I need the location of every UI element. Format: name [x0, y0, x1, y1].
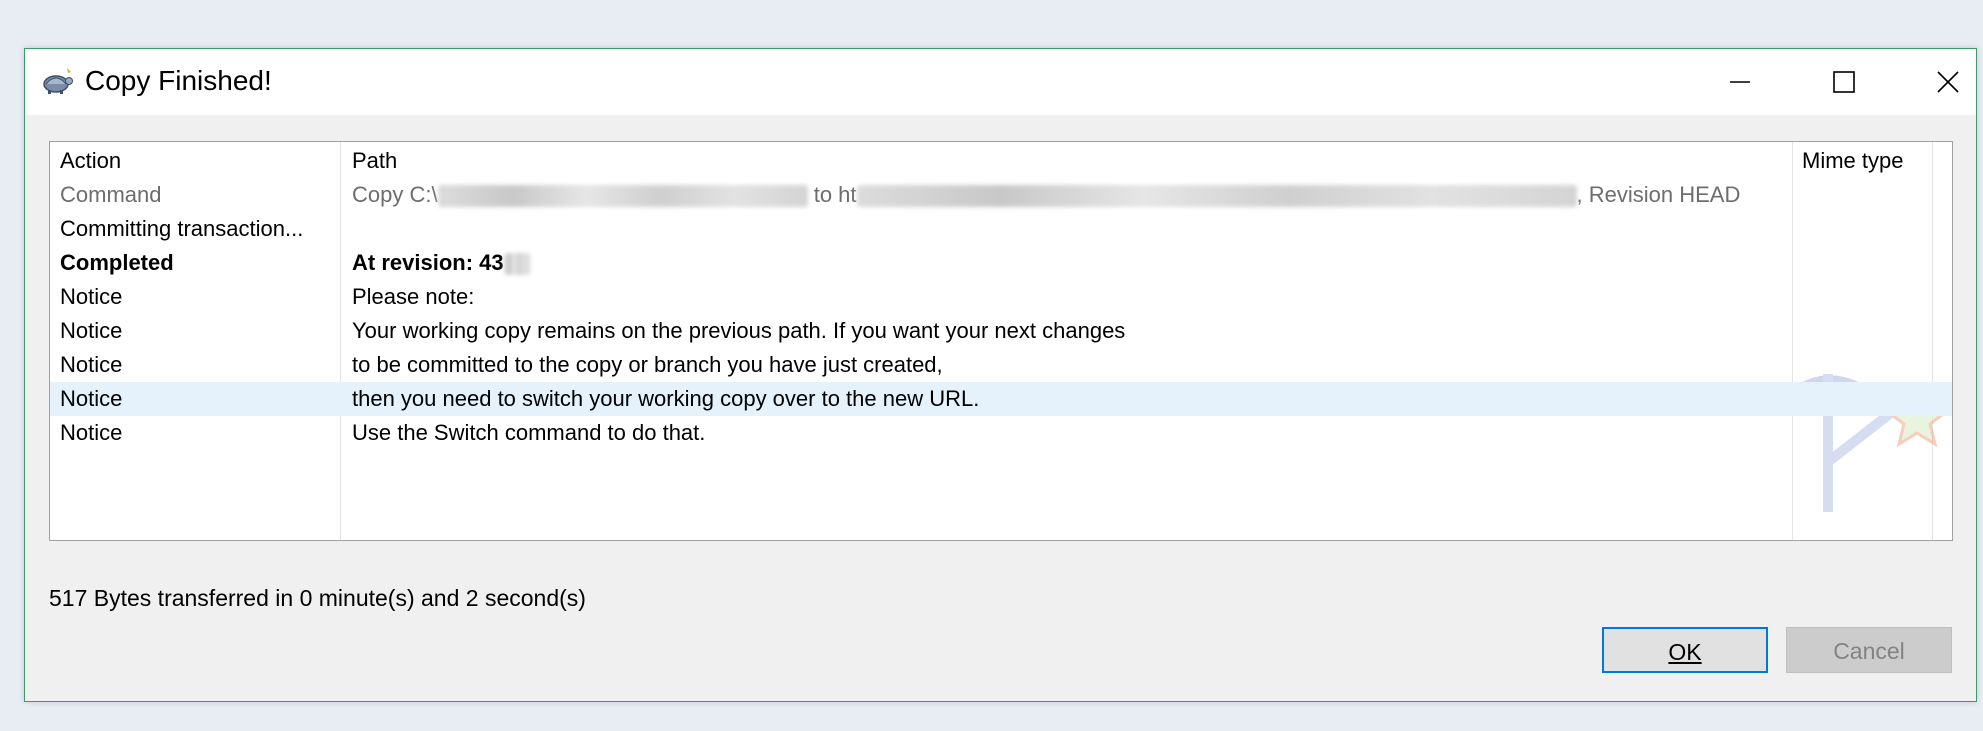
list-row[interactable]: Notice Use the Switch command to do that…: [50, 416, 1952, 450]
close-button[interactable]: [1896, 49, 1983, 115]
list-row[interactable]: Committing transaction...: [50, 212, 1952, 246]
minimize-button[interactable]: [1688, 49, 1792, 115]
row-path: Copy C:\ to ht , Revision HEAD: [352, 178, 1832, 212]
row-action: Notice: [60, 284, 123, 309]
redacted-revision: [503, 253, 530, 276]
row-path: then you need to switch your working cop…: [352, 386, 980, 411]
list-row[interactable]: Command Copy C:\ to ht , Revision HEAD: [50, 178, 1952, 212]
list-row[interactable]: Notice to be committed to the copy or br…: [50, 348, 1952, 382]
title-bar[interactable]: Copy Finished!: [25, 49, 1976, 115]
ok-button[interactable]: OK: [1602, 627, 1768, 673]
row-action: Notice: [60, 352, 123, 377]
path-mid: to ht: [813, 182, 857, 207]
cancel-button[interactable]: Cancel: [1786, 627, 1952, 673]
list-row-selected[interactable]: Notice then you need to switch your work…: [50, 382, 1952, 416]
results-list[interactable]: Action Path Mime type Command Copy C:\ t…: [49, 141, 1953, 541]
row-path: Please note:: [352, 284, 475, 309]
row-path: Use the Switch command to do that.: [352, 420, 706, 445]
list-header: Action Path Mime type: [50, 144, 1952, 178]
path-prefix: Copy C:\: [352, 182, 438, 207]
row-action: Committing transaction...: [60, 216, 304, 241]
minimize-icon: [1730, 81, 1750, 83]
copy-finished-dialog: Copy Finished! Action Path Mime type Com…: [24, 48, 1977, 702]
row-path: At revision: 43: [352, 246, 1832, 280]
list-row[interactable]: Notice Your working copy remains on the …: [50, 314, 1952, 348]
redacted-path: [437, 185, 808, 208]
row-action: Notice: [60, 318, 123, 343]
list-row[interactable]: Completed At revision: 43: [50, 246, 1952, 280]
revision-text: At revision: 43: [352, 250, 504, 275]
list-row[interactable]: Notice Please note:: [50, 280, 1952, 314]
maximize-icon: [1833, 71, 1855, 93]
transfer-status: 517 Bytes transferred in 0 minute(s) and…: [49, 585, 586, 611]
column-header-path[interactable]: Path: [352, 144, 1832, 178]
row-action: Notice: [60, 386, 123, 411]
row-path: to be committed to the copy or branch yo…: [352, 352, 943, 377]
row-action: Notice: [60, 420, 123, 445]
row-path: Your working copy remains on the previou…: [352, 318, 1126, 343]
redacted-url: [856, 185, 1577, 208]
window-title: Copy Finished!: [85, 65, 272, 96]
maximize-button[interactable]: [1792, 49, 1896, 115]
row-action: Command: [60, 182, 162, 207]
row-action: Completed: [60, 250, 174, 275]
column-header-action[interactable]: Action: [60, 144, 340, 178]
close-icon: [1937, 71, 1959, 93]
tortoisesvn-icon: [43, 68, 73, 94]
column-header-mime-type[interactable]: Mime type: [1802, 144, 1942, 178]
path-suffix: , Revision HEAD: [1576, 182, 1741, 207]
